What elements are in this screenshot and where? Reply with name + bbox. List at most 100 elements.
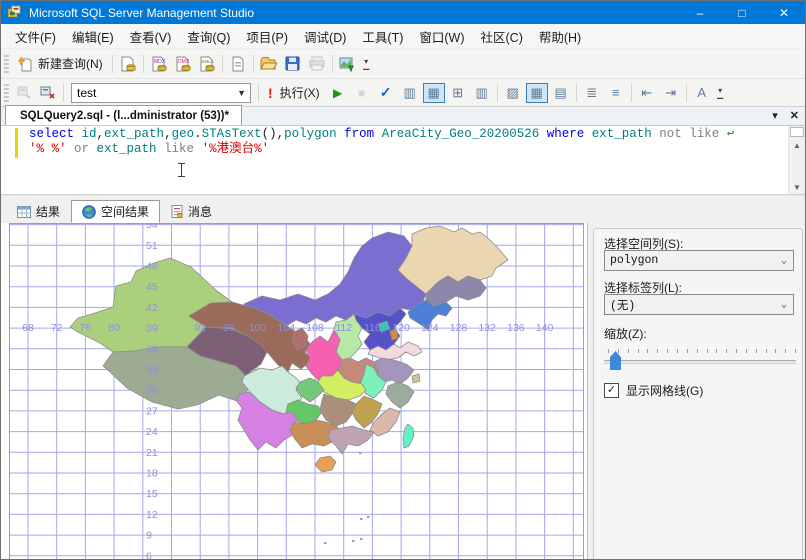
grid-icon xyxy=(17,205,31,218)
svg-text:108: 108 xyxy=(306,322,324,334)
svg-text:36: 36 xyxy=(146,343,158,355)
zoom-slider-track[interactable] xyxy=(604,360,796,364)
scroll-up-icon[interactable]: ▲ xyxy=(789,138,805,152)
play-icon: ▶ xyxy=(333,85,343,100)
parse-button[interactable]: ✓ xyxy=(374,82,398,104)
scroll-down-icon[interactable]: ▼ xyxy=(789,180,805,194)
ssms-window: Microsoft SQL Server Management Studio –… xyxy=(0,0,806,560)
svg-text:124: 124 xyxy=(421,322,439,334)
svg-text:45: 45 xyxy=(146,281,158,293)
database-query-icon xyxy=(121,56,136,71)
database-selector[interactable]: test ▼ xyxy=(71,82,251,103)
menu-item[interactable]: 帮助(H) xyxy=(531,24,589,49)
increase-indent-icon[interactable]: ⇥ xyxy=(660,83,682,103)
toolbar2-overflow-button[interactable]: ▾ ▁ xyxy=(714,83,727,103)
spatial-column-value: polygon xyxy=(610,254,659,267)
svg-text:112: 112 xyxy=(335,322,352,334)
spatial-options-panel: 选择空间列(S): polygon ⌄ 选择标签列(L): (无) ⌄ 缩放(Z… xyxy=(587,223,805,559)
specify-values-icon[interactable]: A xyxy=(691,83,713,103)
editor-vertical-scrollbar[interactable]: ▲ ▼ xyxy=(788,126,805,194)
comment-selection-icon[interactable]: ≣ xyxy=(581,83,603,103)
svg-text:104: 104 xyxy=(278,322,296,334)
sql-code[interactable]: select id,ext_path,geo.STAsText(),polygo… xyxy=(29,127,734,157)
change-connection-button[interactable] xyxy=(36,82,60,104)
debug-button[interactable]: ▶ xyxy=(326,82,350,104)
svg-text:27: 27 xyxy=(146,405,158,417)
svg-text:136: 136 xyxy=(507,322,525,334)
svg-text:21: 21 xyxy=(146,447,158,459)
spatial-grid-icon[interactable]: ▦ xyxy=(525,82,548,103)
label-column-select[interactable]: (无) ⌄ xyxy=(604,294,794,315)
connect-button[interactable] xyxy=(12,82,36,104)
close-button[interactable]: ✕ xyxy=(763,1,805,24)
menu-item[interactable]: 编辑(E) xyxy=(64,24,122,49)
spatial-column-select[interactable]: polygon ⌄ xyxy=(604,250,794,271)
svg-text:54: 54 xyxy=(146,224,158,231)
tab-results-label: 结果 xyxy=(36,205,61,219)
zoom-slider-ticks xyxy=(604,347,797,354)
tab-spatial-results[interactable]: 空间结果 xyxy=(71,200,161,223)
open-analysis-file-button[interactable] xyxy=(226,53,250,75)
standard-toolbar: 新建查询(N) MDX DMX XMLA ▾ ▁ xyxy=(1,49,805,79)
new-object-icon[interactable]: ⊞ xyxy=(447,83,469,103)
decrease-indent-icon[interactable]: ⇤ xyxy=(636,83,658,103)
tab-messages-label: 消息 xyxy=(188,205,213,219)
copy-database-icon[interactable]: ▥ xyxy=(471,83,493,103)
svg-text:51: 51 xyxy=(146,240,158,252)
svg-text:140: 140 xyxy=(536,322,554,334)
maximize-button[interactable]: □ xyxy=(721,1,763,24)
menu-item[interactable]: 文件(F) xyxy=(7,24,64,49)
results-to-grid-icon[interactable]: ▦ xyxy=(422,82,445,103)
menu-item[interactable]: 工具(T) xyxy=(354,24,411,49)
open-file-button[interactable] xyxy=(257,53,281,75)
map-export-button[interactable] xyxy=(336,53,360,75)
execute-icon: ! xyxy=(268,84,273,101)
document-tab[interactable]: SQLQuery2.sql - (l...dministrator (53))* xyxy=(5,105,242,125)
svg-text:68: 68 xyxy=(22,322,34,334)
toolbar-grip[interactable] xyxy=(4,54,9,73)
svg-text:MDX: MDX xyxy=(154,59,166,65)
print-button[interactable] xyxy=(305,53,329,75)
sqlcmd-mode-icon[interactable]: ▥ xyxy=(399,83,421,103)
new-query-icon xyxy=(18,55,32,71)
mdx-query-button[interactable]: MDX xyxy=(147,53,171,75)
database-query-button[interactable] xyxy=(116,53,140,75)
results-tab-strip: 结果 空间结果 消息 xyxy=(1,196,805,223)
dmx-query-button[interactable]: DMX xyxy=(171,53,195,75)
svg-text:12: 12 xyxy=(146,509,158,521)
menu-item[interactable]: 查询(Q) xyxy=(179,24,238,49)
execute-button[interactable]: ! 执行(X) xyxy=(262,82,326,103)
tab-messages[interactable]: 消息 xyxy=(160,200,223,223)
svg-text:DMX: DMX xyxy=(178,59,190,65)
uncomment-selection-icon[interactable]: ≡ xyxy=(605,83,627,103)
change-connection-icon xyxy=(40,86,55,99)
svg-text:9: 9 xyxy=(146,530,152,542)
menu-item[interactable]: 窗口(W) xyxy=(411,24,472,49)
open-results-icon[interactable]: ▨ xyxy=(502,83,524,103)
tab-list-chevron-icon[interactable]: ▾ xyxy=(772,109,778,122)
menu-item[interactable]: 调试(D) xyxy=(296,24,354,49)
tab-results[interactable]: 结果 xyxy=(6,200,71,223)
xmla-query-button[interactable]: XMLA xyxy=(195,53,219,75)
svg-text:72: 72 xyxy=(51,322,63,334)
results-to-file-icon[interactable]: ▤ xyxy=(550,83,572,103)
save-button[interactable] xyxy=(281,53,305,75)
stop-button[interactable]: ■ xyxy=(350,82,374,104)
scrollbar-split-grip[interactable] xyxy=(790,127,804,137)
toolbar1-overflow-button[interactable]: ▾ ▁ xyxy=(360,54,373,74)
minimize-button[interactable]: – xyxy=(679,1,721,24)
menu-item[interactable]: 社区(C) xyxy=(473,24,531,49)
sql-editor[interactable]: select id,ext_path,geo.STAsText(),polygo… xyxy=(1,126,805,194)
mdx-query-icon: MDX xyxy=(152,56,167,71)
menu-item[interactable]: 查看(V) xyxy=(122,24,180,49)
menu-item[interactable]: 项目(P) xyxy=(238,24,296,49)
spatial-map-panel: 68 72 76 80 92 96 100 104 108 112 116 120 124 128 132 1… xyxy=(9,223,584,559)
new-query-button[interactable]: 新建查询(N) xyxy=(12,53,109,74)
toolbar-grip[interactable] xyxy=(4,83,9,102)
dmx-query-icon: DMX xyxy=(176,56,191,71)
window-title: Microsoft SQL Server Management Studio xyxy=(29,5,254,20)
show-gridlines-checkbox[interactable]: ✓ 显示网格线(G) xyxy=(604,382,703,399)
svg-text:30: 30 xyxy=(146,385,158,397)
province-shanghai xyxy=(411,373,421,384)
close-document-icon[interactable]: ✕ xyxy=(790,109,799,122)
